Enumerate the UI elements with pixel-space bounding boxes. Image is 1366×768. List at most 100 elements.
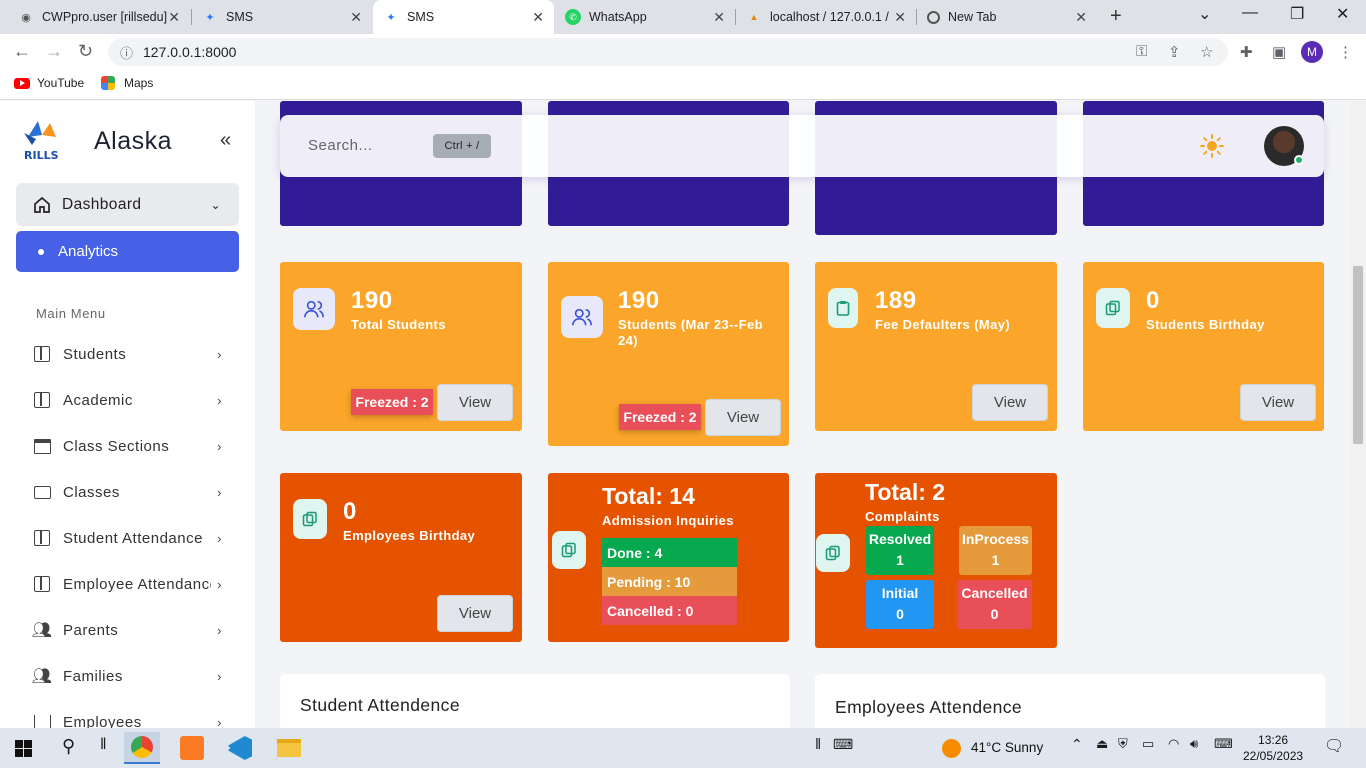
close-icon[interactable]: ✕ bbox=[713, 9, 725, 26]
sidebar-item-classes[interactable]: Classes › bbox=[32, 480, 222, 504]
sidebar-item-academic[interactable]: Academic › bbox=[32, 388, 222, 412]
card-label: Total Students bbox=[351, 317, 446, 332]
book-icon bbox=[32, 529, 52, 547]
close-icon[interactable]: ✕ bbox=[894, 9, 906, 26]
close-icon[interactable]: ✕ bbox=[168, 9, 180, 26]
bookmarks-bar: YouTube Maps bbox=[0, 70, 1366, 100]
close-icon[interactable]: ✕ bbox=[532, 9, 544, 26]
search-icon[interactable]: ⚲ bbox=[62, 736, 75, 757]
browser-tab-newtab[interactable]: New Tab ✕ bbox=[917, 0, 1097, 34]
book-icon bbox=[32, 391, 52, 409]
sidebar-item-families[interactable]: 👥︎ Families › bbox=[32, 664, 222, 688]
bookmark-label: Maps bbox=[124, 76, 154, 90]
browser-tab-whatsapp[interactable]: ✆ WhatsApp ✕ bbox=[555, 0, 735, 34]
wifi-icon[interactable]: ◠ bbox=[1168, 736, 1179, 752]
chevron-right-icon: › bbox=[217, 484, 222, 500]
freezed-badge: Freezed : 2 bbox=[351, 389, 433, 415]
card-value: 0 bbox=[1146, 287, 1160, 314]
pill-value: 1 bbox=[991, 552, 1000, 568]
tab-title: WhatsApp bbox=[589, 10, 647, 24]
star-icon[interactable]: ☆ bbox=[1200, 43, 1213, 61]
sidebar-item-label: Dashboard bbox=[62, 195, 142, 213]
vscode-icon[interactable] bbox=[222, 732, 258, 764]
volume-icon[interactable]: 🔊︎ bbox=[1190, 736, 1198, 752]
browser-tab-phpmyadmin[interactable]: ▲ localhost / 127.0.0.1 / ✕ bbox=[736, 0, 916, 34]
pill-value: 1 bbox=[896, 552, 904, 568]
browser-tab-sms[interactable]: ✦ SMS ✕ bbox=[192, 0, 372, 34]
phpmyadmin-icon: ▲ bbox=[749, 12, 759, 22]
url-input[interactable]: ⓘ 127.0.0.1:8000 bbox=[108, 38, 1228, 66]
forward-button[interactable]: → bbox=[45, 41, 63, 62]
browser-tab-cwppro[interactable]: ◉ CWPpro.user [rillsedu] ✕ bbox=[8, 0, 190, 34]
security-icon[interactable]: ⛨ bbox=[1118, 736, 1128, 752]
new-tab-button[interactable]: + bbox=[1110, 5, 1122, 28]
notifications-icon[interactable]: 🗨︎ bbox=[1324, 736, 1344, 756]
close-icon[interactable]: ✕ bbox=[1075, 9, 1087, 26]
key-icon[interactable]: ⚿ bbox=[1136, 43, 1147, 60]
view-button[interactable]: View bbox=[705, 399, 781, 436]
file-explorer-icon[interactable] bbox=[271, 732, 307, 764]
share-icon[interactable]: ⇪ bbox=[1168, 43, 1181, 61]
search-input[interactable]: Search... bbox=[308, 137, 373, 154]
card-total-students: 190 Total Students Freezed : 2 View bbox=[280, 262, 522, 431]
weather-text[interactable]: 41°C Sunny bbox=[971, 740, 1043, 755]
view-button[interactable]: View bbox=[1240, 384, 1316, 421]
chrome-taskbar-icon[interactable] bbox=[124, 732, 160, 764]
close-icon[interactable]: ✕ bbox=[350, 9, 362, 26]
sidebar-item-class-sections[interactable]: Class Sections › bbox=[32, 434, 222, 458]
sidebar-item-dashboard[interactable]: Dashboard ⌄ bbox=[16, 183, 239, 226]
bookmark-youtube[interactable]: YouTube bbox=[14, 76, 84, 90]
usb-icon[interactable]: ⏏ bbox=[1096, 736, 1108, 752]
admission-total: Total: 14 bbox=[602, 483, 695, 509]
more-icon[interactable]: ⋮ bbox=[1338, 43, 1353, 61]
extensions-icon[interactable]: ✚ bbox=[1240, 43, 1253, 61]
view-button[interactable]: View bbox=[437, 384, 513, 421]
scrollbar-thumb[interactable] bbox=[1353, 266, 1363, 444]
copy-icon bbox=[293, 499, 327, 539]
sidebar-item-students[interactable]: Students › bbox=[32, 342, 222, 366]
sidebar-item-student-attendance[interactable]: Student Attendance › bbox=[32, 526, 222, 550]
xampp-icon[interactable] bbox=[174, 732, 210, 764]
page-scrollbar[interactable] bbox=[1350, 101, 1366, 728]
user-avatar[interactable] bbox=[1264, 126, 1304, 166]
keyboard-icon[interactable]: ⌨ bbox=[833, 736, 853, 753]
chevron-up-icon[interactable]: ⌃ bbox=[1071, 736, 1083, 753]
battery-icon[interactable]: ▭ bbox=[1142, 736, 1154, 752]
minimize-button[interactable]: — bbox=[1242, 4, 1258, 22]
keyboard-layout-icon[interactable]: ⌨ bbox=[1214, 736, 1233, 752]
copy-icon bbox=[1096, 288, 1130, 328]
view-button[interactable]: View bbox=[972, 384, 1048, 421]
windows-taskbar: ⚲ ‖ ‖ ⌨ 41°C Sunny ⌃ ⏏ ⛨ ▭ ◠ 🔊︎ ⌨ 13:26 … bbox=[0, 728, 1366, 768]
pill-label: Resolved bbox=[868, 531, 932, 547]
admission-cancelled: Cancelled : 0 bbox=[602, 596, 737, 625]
profile-avatar[interactable]: M bbox=[1301, 41, 1323, 63]
task-view-icon[interactable]: ‖ bbox=[100, 736, 107, 754]
browser-tab-sms-active[interactable]: ✦ SMS ✕ bbox=[373, 0, 554, 34]
pill-label: InProcess bbox=[962, 531, 1029, 547]
close-window-button[interactable]: ✕ bbox=[1336, 4, 1349, 24]
card-label: Students Birthday bbox=[1146, 317, 1265, 332]
view-button[interactable]: View bbox=[437, 595, 513, 632]
brand-name: Alaska bbox=[94, 127, 173, 155]
back-button[interactable]: ← bbox=[13, 41, 31, 62]
presentation-icon bbox=[32, 483, 52, 501]
collapse-sidebar-icon[interactable]: « bbox=[220, 129, 231, 152]
side-panel-icon[interactable]: ▣ bbox=[1272, 43, 1286, 61]
chevron-down-icon[interactable]: ⌄ bbox=[1198, 4, 1211, 24]
sidebar-item-parents[interactable]: 👥︎ Parents › bbox=[32, 618, 222, 642]
sidebar-item-employees[interactable]: Employees › bbox=[32, 710, 222, 728]
taskbar-clock[interactable]: 13:26 22/05/2023 bbox=[1243, 732, 1303, 764]
info-icon[interactable]: ⓘ bbox=[120, 43, 133, 62]
sidebar-item-employee-attendance[interactable]: Employee Attendance › bbox=[32, 572, 222, 596]
sun-icon[interactable] bbox=[1200, 134, 1224, 158]
weather-sun-icon[interactable] bbox=[942, 739, 961, 758]
reload-button[interactable]: ↻ bbox=[78, 41, 93, 62]
tab-title: CWPpro.user [rillsedu] bbox=[42, 10, 168, 24]
card-students-range: 190 Students (Mar 23--Feb 24) Freezed : … bbox=[548, 262, 789, 446]
windows-start-icon[interactable] bbox=[15, 740, 32, 757]
bookmark-maps[interactable]: Maps bbox=[101, 76, 153, 90]
sidebar-item-analytics[interactable]: Analytics bbox=[16, 231, 239, 272]
restore-button[interactable]: ❐ bbox=[1290, 4, 1304, 24]
card-value: 190 bbox=[351, 287, 393, 314]
card-label: Students (Mar 23--Feb 24) bbox=[618, 317, 763, 348]
